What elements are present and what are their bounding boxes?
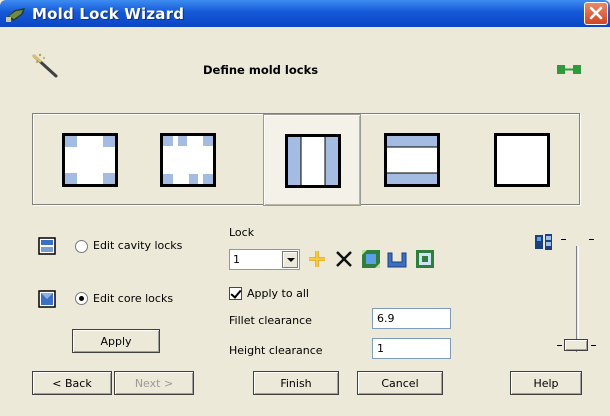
page-subtitle: Define mold locks bbox=[203, 63, 319, 77]
edit-core-radio[interactable] bbox=[75, 292, 88, 305]
help-button[interactable]: Help bbox=[510, 371, 582, 395]
no-locks-icon bbox=[494, 133, 550, 187]
cavity-icon bbox=[38, 237, 56, 255]
height-clearance-label: Height clearance bbox=[229, 344, 323, 357]
cancel-button[interactable]: Cancel bbox=[357, 371, 443, 395]
fillet-clearance-value: 6.9 bbox=[377, 312, 395, 325]
side-locks-icon bbox=[160, 133, 216, 187]
layout-option-side-locks[interactable] bbox=[139, 114, 237, 206]
title-bar: Mold Lock Wizard bbox=[0, 0, 610, 27]
mold-lock-wizard-window: Mold Lock Wizard Define mold locks Edit … bbox=[0, 0, 610, 416]
slider-tick bbox=[557, 345, 562, 346]
add-lock-icon[interactable] bbox=[306, 248, 328, 270]
back-button[interactable]: < Back bbox=[32, 371, 112, 395]
lock-properties-icon[interactable] bbox=[414, 248, 436, 270]
chevron-down-icon[interactable] bbox=[282, 251, 298, 268]
horizontal-band-locks-icon bbox=[384, 133, 440, 187]
layout-option-horizontal-band-locks[interactable] bbox=[363, 114, 461, 206]
lock-label: Lock bbox=[229, 226, 255, 239]
lock-select-value: 1 bbox=[233, 253, 240, 266]
apply-to-all-checkbox[interactable] bbox=[229, 287, 242, 300]
height-slider-track[interactable] bbox=[576, 246, 579, 352]
height-slider-thumb[interactable] bbox=[564, 339, 588, 351]
window-title: Mold Lock Wizard bbox=[32, 5, 185, 23]
slider-tick bbox=[561, 239, 566, 240]
close-button[interactable] bbox=[584, 2, 608, 25]
corner-locks-icon bbox=[62, 133, 118, 187]
next-button[interactable]: Next > bbox=[114, 371, 194, 395]
apply-to-all-label: Apply to all bbox=[247, 287, 309, 300]
height-clearance-input[interactable]: 1 bbox=[372, 338, 451, 359]
connection-status-icon bbox=[557, 65, 581, 74]
layout-option-corner-locks[interactable] bbox=[41, 114, 139, 206]
slider-tick bbox=[589, 239, 594, 240]
fillet-clearance-label: Fillet clearance bbox=[229, 314, 312, 327]
edit-cavity-label: Edit cavity locks bbox=[93, 239, 183, 252]
rotate-lock-icon[interactable] bbox=[360, 248, 382, 270]
apply-button[interactable]: Apply bbox=[72, 329, 160, 353]
slider-tick bbox=[591, 345, 596, 346]
lock-select[interactable]: 1 bbox=[229, 249, 300, 270]
edit-cavity-radio[interactable] bbox=[75, 240, 88, 253]
height-clearance-value: 1 bbox=[377, 342, 384, 355]
finish-button[interactable]: Finish bbox=[253, 371, 339, 395]
vertical-band-locks-icon bbox=[285, 134, 341, 188]
core-icon bbox=[38, 290, 56, 308]
layout-option-vertical-band-locks[interactable] bbox=[263, 114, 361, 206]
lock-layout-panel bbox=[32, 113, 580, 206]
fillet-clearance-input[interactable]: 6.9 bbox=[372, 308, 451, 329]
layout-option-no-locks[interactable] bbox=[473, 114, 571, 206]
delete-lock-icon[interactable] bbox=[333, 248, 355, 270]
lock-settings-icon[interactable] bbox=[534, 233, 554, 251]
mold-app-icon bbox=[6, 8, 25, 22]
wizard-wand-icon bbox=[32, 53, 58, 78]
edit-core-label: Edit core locks bbox=[93, 292, 174, 305]
close-icon bbox=[589, 6, 603, 20]
lock-shape-icon[interactable] bbox=[386, 248, 408, 270]
